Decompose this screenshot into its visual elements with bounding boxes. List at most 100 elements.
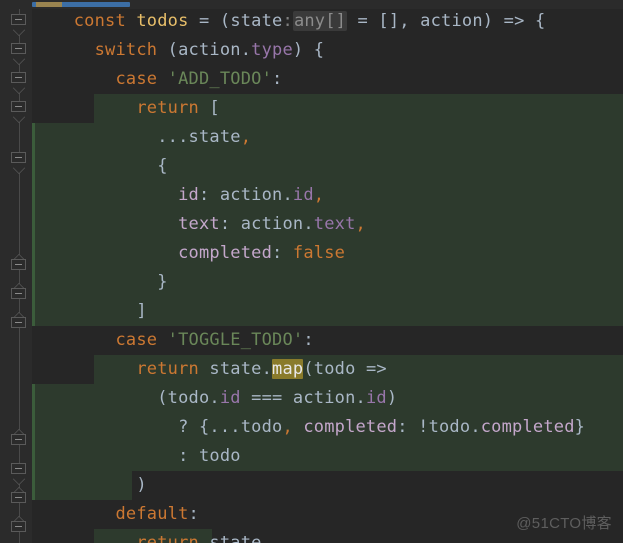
- fold-toggle-icon[interactable]: [11, 152, 28, 175]
- code-token: todo: [313, 359, 356, 379]
- code-token: completed: [303, 417, 398, 437]
- fold-toggle-icon[interactable]: [11, 486, 28, 509]
- code-token: completed: [480, 417, 575, 437]
- fold-toggle-icon[interactable]: [11, 311, 28, 334]
- code-token: :: [198, 185, 220, 205]
- code-token: todo: [167, 388, 210, 408]
- code-token: ,: [240, 127, 252, 147]
- code-token: state: [230, 11, 283, 31]
- fold-minus-icon: [15, 19, 22, 20]
- code-token: case: [115, 69, 158, 89]
- fold-arrow-icon: [12, 52, 26, 66]
- code-token: const: [73, 11, 126, 31]
- code-editor-screenshot: const todos = (state:any[] = [], action)…: [0, 0, 623, 543]
- code-token: : !: [397, 417, 429, 437]
- code-token: ,: [282, 417, 293, 437]
- code-content-area[interactable]: const todos = (state:any[] = [], action)…: [32, 0, 623, 543]
- code-token: (: [303, 359, 314, 379]
- code-token: completed: [178, 243, 273, 263]
- code-token: ? {...: [178, 417, 241, 437]
- fold-toggle-icon[interactable]: [11, 14, 28, 37]
- fold-minus-icon: [15, 106, 22, 107]
- code-token: .: [355, 388, 366, 408]
- code-token: (: [157, 40, 179, 60]
- code-token: switch: [94, 40, 158, 60]
- fold-minus-icon: [15, 497, 22, 498]
- code-token: return: [136, 533, 199, 543]
- code-token: case: [115, 330, 158, 350]
- code-token: ]: [136, 301, 147, 321]
- code-token: id: [219, 388, 241, 408]
- fold-toggle-icon[interactable]: [11, 43, 28, 66]
- fold-arrow-icon: [12, 161, 26, 175]
- code-line[interactable]: const todos = (state:any[] = [], action)…: [32, 7, 623, 36]
- code-token: ,: [313, 185, 325, 205]
- code-token: false: [292, 243, 346, 263]
- editor-gutter[interactable]: [0, 0, 32, 543]
- code-token: state: [188, 127, 241, 147]
- code-token: .: [261, 359, 273, 379]
- code-token: :: [272, 243, 293, 263]
- fold-toggle-icon[interactable]: [11, 282, 28, 305]
- code-token: type: [251, 40, 293, 60]
- code-token: {: [157, 156, 168, 176]
- code-token: default: [115, 504, 189, 524]
- code-token: ): [386, 388, 398, 408]
- code-line[interactable]: case 'ADD_TODO':: [32, 65, 623, 94]
- fold-toggle-icon[interactable]: [11, 428, 28, 451]
- fold-minus-icon: [15, 264, 22, 265]
- code-token: todo: [240, 417, 283, 437]
- code-token: ) {: [292, 40, 325, 60]
- code-token: state: [209, 359, 262, 379]
- fold-toggle-icon[interactable]: [11, 101, 28, 124]
- fold-toggle-icon[interactable]: [11, 253, 28, 276]
- code-token: text: [313, 214, 356, 234]
- code-token: action: [219, 185, 283, 205]
- code-token: todo: [428, 417, 471, 437]
- code-token: action: [240, 214, 304, 234]
- code-token: :: [219, 214, 241, 234]
- code-token: [: [198, 98, 220, 118]
- code-token: ===: [240, 388, 293, 408]
- fold-arrow-icon: [12, 81, 26, 95]
- fold-minus-icon: [15, 48, 22, 49]
- code-token: (: [157, 388, 168, 408]
- code-token: =>: [355, 359, 387, 379]
- code-line[interactable]: switch (action.type) {: [32, 36, 623, 65]
- code-token: :: [188, 504, 199, 524]
- code-token: 'TOGGLE_TODO': [167, 330, 304, 350]
- code-token: = (: [188, 11, 231, 31]
- code-line[interactable]: case 'TOGGLE_TODO':: [32, 326, 623, 355]
- code-token: 'ADD_TODO': [167, 69, 273, 89]
- fold-toggle-icon[interactable]: [11, 72, 28, 95]
- code-token: :: [282, 11, 293, 31]
- code-token: ,: [355, 214, 366, 234]
- watermark-label: @51CTO博客: [516, 515, 612, 532]
- progress-bar: [0, 0, 623, 9]
- fold-toggle-icon[interactable]: [11, 463, 28, 486]
- fold-minus-icon: [15, 322, 22, 323]
- fold-toggle-icon[interactable]: [11, 515, 28, 538]
- code-token: .: [303, 214, 314, 234]
- code-token: text: [178, 214, 220, 234]
- code-token: :: [178, 446, 199, 466]
- code-token: ): [136, 475, 147, 495]
- code-token: action: [178, 40, 241, 60]
